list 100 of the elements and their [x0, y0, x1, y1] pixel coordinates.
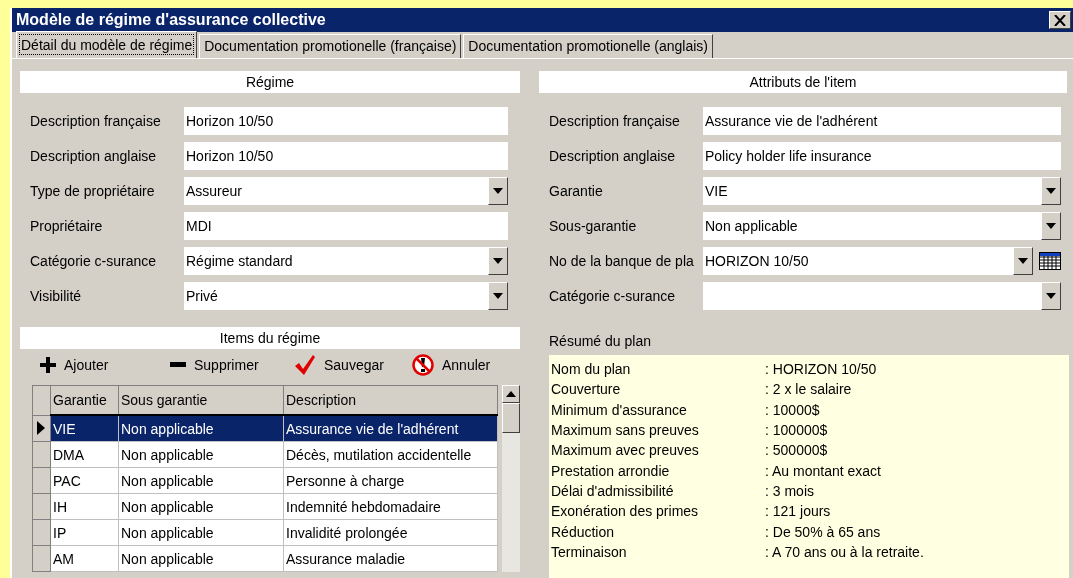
table-row[interactable]: PAC Non applicable Personne à charge [32, 467, 498, 494]
table-cell: Non applicable [118, 441, 284, 468]
table-cell: Assurance maladie [283, 545, 498, 572]
caret-down-icon [1046, 292, 1056, 299]
section-header: Régime [20, 71, 520, 93]
table-row[interactable]: IP Non applicable Invalidité prolongée [32, 519, 498, 546]
table-cell: IH [50, 493, 119, 520]
summary-label: Terminaison [551, 543, 628, 560]
input-field[interactable]: Policy holder life insurance [703, 141, 1061, 170]
cancel-icon [412, 354, 434, 376]
field-label: Description anglaise [548, 147, 677, 164]
table-cell: PAC [50, 467, 119, 494]
dropdown-button[interactable] [488, 246, 508, 275]
summary-label: Prestation arrondie [551, 462, 671, 479]
field-label: Catégorie c-surance [29, 252, 158, 269]
tab[interactable]: Documentation promotionelle (française) [199, 34, 462, 58]
dropdown-field[interactable]: HORIZON 10/50 [703, 246, 1033, 275]
dropdown-button[interactable] [1041, 211, 1061, 240]
window-title: Modèle de régime d'assurance collective [16, 11, 326, 29]
calendar-icon[interactable] [1039, 251, 1061, 270]
table-cell: Non applicable [118, 493, 284, 520]
scroll-thumb[interactable] [502, 403, 520, 433]
summary-label: Maximum sans preuves [551, 422, 700, 439]
field-label: Description anglaise [29, 147, 158, 164]
table-cell: AM [50, 545, 119, 572]
section-header: Items du régime [20, 327, 520, 349]
dropdown-field[interactable]: Privé [184, 281, 508, 310]
caret-down-icon [1046, 187, 1056, 194]
field-label: Description française [29, 112, 162, 129]
section-header: Attributs de l'item [539, 71, 1067, 93]
table-cell: Assurance vie de l'adhérent [283, 415, 498, 442]
column-header[interactable]: Description [283, 385, 498, 415]
summary-value: : 500000$ [765, 442, 829, 459]
field-label: Visibilité [29, 287, 83, 304]
field-label: Type de propriétaire [29, 182, 156, 199]
row-pointer-icon [37, 421, 45, 436]
input-field[interactable]: Horizon 10/50 [184, 106, 508, 135]
checkmark-icon [294, 354, 316, 376]
column-header[interactable]: Sous garantie [118, 385, 284, 415]
plus-icon [40, 357, 56, 373]
summary-value: : 10000$ [765, 401, 821, 418]
input-field[interactable]: Assurance vie de l'adhérent [703, 106, 1061, 135]
summary-label: Couverture [551, 381, 622, 398]
tab[interactable]: Détail du modèle de régime [16, 31, 198, 58]
dropdown-field[interactable] [703, 281, 1061, 310]
table-cell: Non applicable [118, 415, 284, 442]
field-label: Garantie [548, 182, 604, 199]
dropdown-field[interactable]: Assureur [184, 176, 508, 205]
field-label: Description française [548, 112, 681, 129]
table-row[interactable]: IH Non applicable Indemnité hebdomadaire [32, 493, 498, 520]
summary-value: : 3 mois [765, 482, 815, 499]
caret-down-icon [1046, 222, 1056, 229]
dropdown-button[interactable] [488, 281, 508, 310]
dropdown-field[interactable]: VIE [703, 176, 1061, 205]
summary-label: Exonération des primes [551, 503, 700, 520]
summary-value: : A 70 ans ou à la retraite. [765, 543, 925, 560]
table-cell: DMA [50, 441, 119, 468]
dropdown-button[interactable] [1041, 281, 1061, 310]
table-row[interactable]: DMA Non applicable Décès, mutilation accidentelle [32, 441, 498, 468]
dropdown-field[interactable]: Régime standard [184, 246, 508, 275]
caret-down-icon [493, 187, 503, 194]
column-header[interactable]: Garantie [50, 385, 119, 415]
summary-value: : De 50% à 65 ans [765, 523, 882, 540]
dropdown-button[interactable] [1013, 246, 1033, 275]
summary-value: : 121 jours [765, 503, 832, 520]
table-row[interactable]: VIE Non applicable Assurance vie de l'adhérent [32, 415, 498, 442]
summary-label: Nom du plan [551, 361, 632, 378]
table-cell: VIE [50, 415, 119, 442]
table-cell: IP [50, 519, 119, 546]
summary-label: Réduction [551, 523, 616, 540]
close-icon [1054, 14, 1066, 26]
summary-value: : Au montant exact [765, 462, 882, 479]
table-cell: Indemnité hebdomadaire [283, 493, 498, 520]
close-button[interactable] [1049, 11, 1071, 29]
table-cell: Non applicable [118, 467, 284, 494]
summary-title: Résumé du plan [548, 332, 652, 351]
toolbar-button[interactable]: Sauvegar [290, 354, 408, 376]
table-cell: Non applicable [118, 545, 284, 572]
summary-label: Délai d'admissibilité [551, 482, 675, 499]
input-field[interactable]: Horizon 10/50 [184, 141, 508, 170]
summary-value: : HORIZON 10/50 [765, 361, 878, 378]
caret-down-icon [1018, 257, 1028, 264]
dropdown-button[interactable] [488, 176, 508, 205]
summary-value: : 100000$ [765, 422, 829, 439]
summary-label: Minimum d'assurance [551, 401, 688, 418]
toolbar-button[interactable]: Annuler [408, 354, 495, 376]
toolbar-button[interactable]: Ajouter [36, 357, 166, 373]
dropdown-button[interactable] [1041, 176, 1061, 205]
summary-label: Maximum avec preuves [551, 442, 700, 459]
field-label: No de la banque de pla [548, 252, 695, 269]
table-row[interactable]: AM Non applicable Assurance maladie [32, 545, 498, 572]
tab[interactable]: Documentation promotionelle (anglais) [463, 34, 714, 58]
minus-icon [170, 362, 186, 368]
toolbar-button[interactable]: Supprimer [166, 357, 290, 373]
summary-value: : 2 x le salaire [765, 381, 853, 398]
input-field[interactable]: MDI [184, 211, 508, 240]
scrollbar[interactable] [502, 385, 520, 572]
caret-down-icon [493, 292, 503, 299]
table-cell: Invalidité prolongée [283, 519, 498, 546]
dropdown-field[interactable]: Non applicable [703, 211, 1061, 240]
